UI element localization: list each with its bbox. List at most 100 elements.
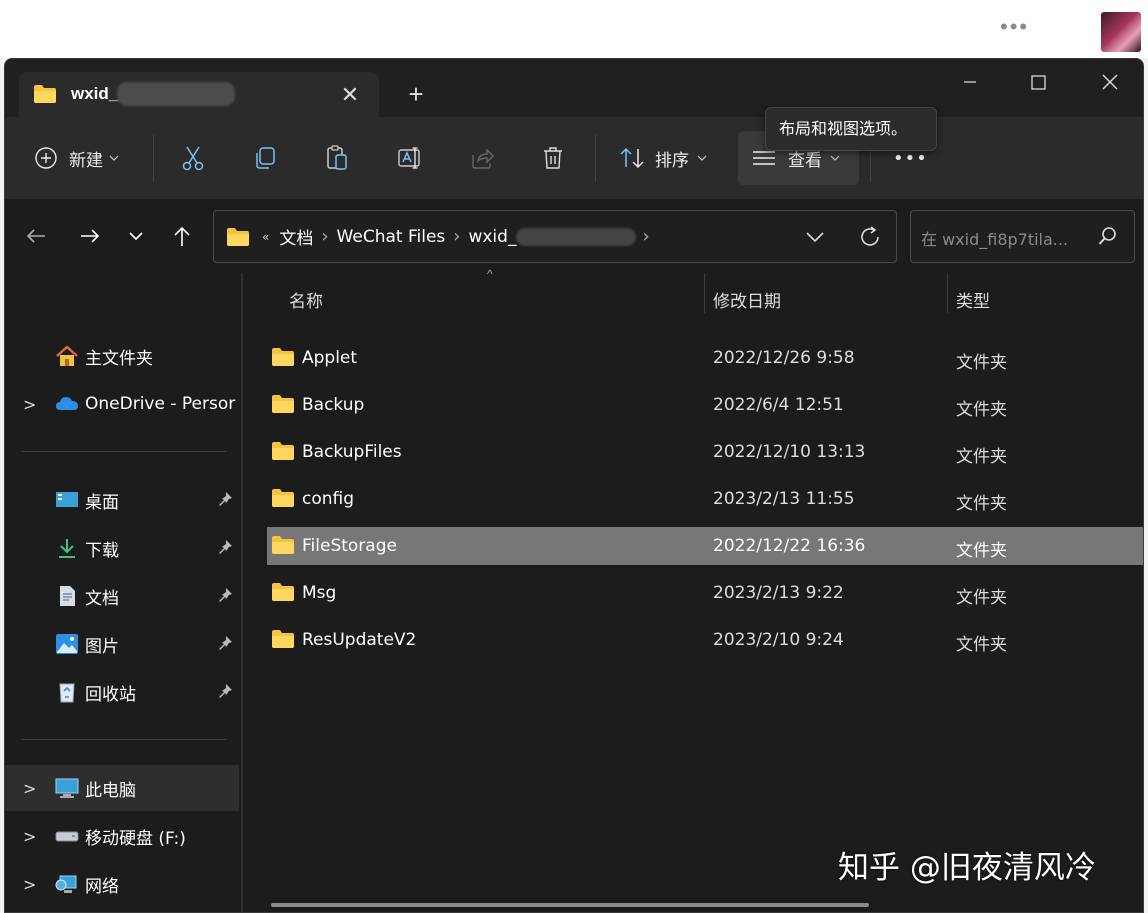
document-icon <box>60 586 75 606</box>
sidebar-item-label: 主文件夹 <box>85 348 153 369</box>
sidebar-item-removable-drive[interactable]: > 移动硬盘 (F:) <box>5 813 239 859</box>
toolbar-divider <box>153 135 154 181</box>
close-icon <box>1102 74 1118 90</box>
table-row[interactable]: Backup 2022/6/4 12:51 文件夹 <box>267 386 1143 424</box>
search-box[interactable]: 在 wxid_fi8p7tila... <box>910 210 1135 263</box>
expand-chevron-icon[interactable]: > <box>23 779 36 798</box>
sidebar-item-this-pc[interactable]: > 此电脑 <box>5 765 239 811</box>
file-name: ResUpdateV2 <box>302 630 417 650</box>
table-row[interactable]: BackupFiles 2022/12/10 13:13 文件夹 <box>267 433 1143 471</box>
overflow-chevron-icon[interactable]: « <box>262 230 269 244</box>
folder-icon <box>272 395 294 413</box>
sidebar-item-home[interactable]: 主文件夹 <box>5 333 239 379</box>
cut-button[interactable] <box>181 131 205 185</box>
sidebar-item-desktop[interactable]: 桌面 <box>5 477 239 523</box>
pin-icon[interactable] <box>217 491 233 509</box>
column-divider[interactable] <box>947 273 948 313</box>
folder-icon <box>272 348 294 366</box>
breadcrumb-wechat-files[interactable]: WeChat Files <box>337 227 446 247</box>
pin-icon[interactable] <box>217 683 233 701</box>
back-button[interactable] <box>19 219 53 253</box>
search-input[interactable]: 在 wxid_fi8p7tila... <box>921 226 1068 250</box>
sort-label: 排序 <box>655 150 689 171</box>
column-header-name[interactable]: 名称 <box>289 287 323 312</box>
table-row[interactable]: FileStorage 2022/12/22 16:36 文件夹 <box>267 527 1143 565</box>
folder-icon <box>272 442 294 460</box>
breadcrumb-separator-icon[interactable]: › <box>642 226 649 247</box>
recycle-bin-icon <box>59 683 75 703</box>
new-button[interactable]: 新建 <box>33 131 133 185</box>
table-row[interactable]: Msg 2023/2/13 9:22 文件夹 <box>267 574 1143 612</box>
rename-button[interactable] <box>397 131 423 185</box>
file-name: FileStorage <box>302 536 397 556</box>
file-name: Backup <box>302 395 365 415</box>
file-date: 2022/12/10 13:13 <box>713 442 866 462</box>
expand-chevron-icon[interactable]: > <box>23 875 36 894</box>
navigation-bar: « 文档 › WeChat Files › wxid_ › 在 wxid_fi8… <box>5 199 1143 273</box>
avatar[interactable] <box>1101 12 1141 52</box>
sidebar-item-label: 网络 <box>85 876 119 897</box>
file-type: 文件夹 <box>956 400 1007 420</box>
new-tab-button[interactable]: + <box>401 79 431 109</box>
pin-icon[interactable] <box>217 587 233 605</box>
breadcrumb-separator-icon[interactable]: › <box>453 226 460 247</box>
breadcrumb-documents[interactable]: 文档 <box>279 224 313 249</box>
clipboard-icon <box>327 145 347 170</box>
close-window-button[interactable] <box>1087 67 1133 97</box>
expand-chevron-icon[interactable]: > <box>23 827 36 846</box>
up-button[interactable] <box>165 219 199 253</box>
share-button[interactable] <box>469 131 495 185</box>
maximize-button[interactable] <box>1015 67 1061 97</box>
navigation-pane: 主文件夹 > OneDrive - Persor 桌面 下载 文档 图片 回收站… <box>5 273 243 912</box>
pin-icon[interactable] <box>217 539 233 557</box>
column-divider[interactable] <box>704 273 705 313</box>
sidebar-item-pictures[interactable]: 图片 <box>5 621 239 667</box>
table-row[interactable]: Applet 2022/12/26 9:58 文件夹 <box>267 339 1143 377</box>
forward-button[interactable] <box>73 219 107 253</box>
copy-button[interactable] <box>253 131 277 185</box>
sidebar-item-documents[interactable]: 文档 <box>5 573 239 619</box>
file-date: 2023/2/13 11:55 <box>713 489 855 509</box>
table-row[interactable]: ResUpdateV2 2023/2/10 9:24 文件夹 <box>267 621 1143 659</box>
network-icon <box>55 875 77 893</box>
minimize-button[interactable] <box>947 67 993 97</box>
column-header-date[interactable]: 修改日期 <box>713 287 781 312</box>
paste-button[interactable] <box>325 131 349 185</box>
tab-title: wxid_ <box>71 84 119 103</box>
sidebar-item-label: OneDrive - Persor <box>85 394 236 414</box>
tab-bar: wxid_ ✕ + <box>5 59 1143 118</box>
sidebar-item-recycle-bin[interactable]: 回收站 <box>5 669 239 715</box>
view-tooltip: 布局和视图选项。 <box>765 107 937 151</box>
horizontal-scrollbar[interactable] <box>271 903 869 907</box>
close-tab-icon[interactable]: ✕ <box>335 80 365 110</box>
sidebar-item-onedrive[interactable]: > OneDrive - Persor <box>5 381 239 427</box>
column-header-type[interactable]: 类型 <box>956 287 990 312</box>
expand-chevron-icon[interactable]: > <box>23 395 36 414</box>
tab-wxid[interactable]: wxid_ ✕ <box>19 72 379 118</box>
breadcrumb-wxid[interactable]: wxid_ <box>468 227 516 247</box>
scissors-icon <box>182 146 204 171</box>
table-row[interactable]: config 2023/2/13 11:55 文件夹 <box>267 480 1143 518</box>
pin-icon[interactable] <box>217 635 233 653</box>
file-list: ^ 名称 修改日期 类型 Applet 2022/12/26 9:58 文件夹 Bac… <box>243 267 1143 912</box>
address-bar[interactable]: « 文档 › WeChat Files › wxid_ › <box>213 210 897 263</box>
sort-button[interactable]: 排序 <box>619 131 707 185</box>
sidebar-item-downloads[interactable]: 下载 <box>5 525 239 571</box>
recent-locations-button[interactable] <box>119 219 153 253</box>
breadcrumb-separator-icon[interactable]: › <box>321 226 328 247</box>
minimize-icon <box>964 81 976 83</box>
cloud-icon <box>56 397 78 410</box>
address-history-chevron-icon[interactable] <box>806 231 824 243</box>
delete-button[interactable] <box>541 131 565 185</box>
add-circle-icon <box>35 147 57 169</box>
file-date: 2022/6/4 12:51 <box>713 395 844 415</box>
file-date: 2023/2/13 9:22 <box>713 583 844 603</box>
sort-icon <box>620 147 644 169</box>
refresh-icon[interactable] <box>858 225 882 249</box>
copy-icon <box>256 147 275 169</box>
arrow-left-icon <box>26 229 45 243</box>
sidebar-item-network[interactable]: > 网络 <box>5 861 239 907</box>
folder-icon <box>34 85 56 103</box>
folder-icon <box>272 489 294 507</box>
more-dots-icon[interactable]: ••• <box>1000 14 1029 40</box>
